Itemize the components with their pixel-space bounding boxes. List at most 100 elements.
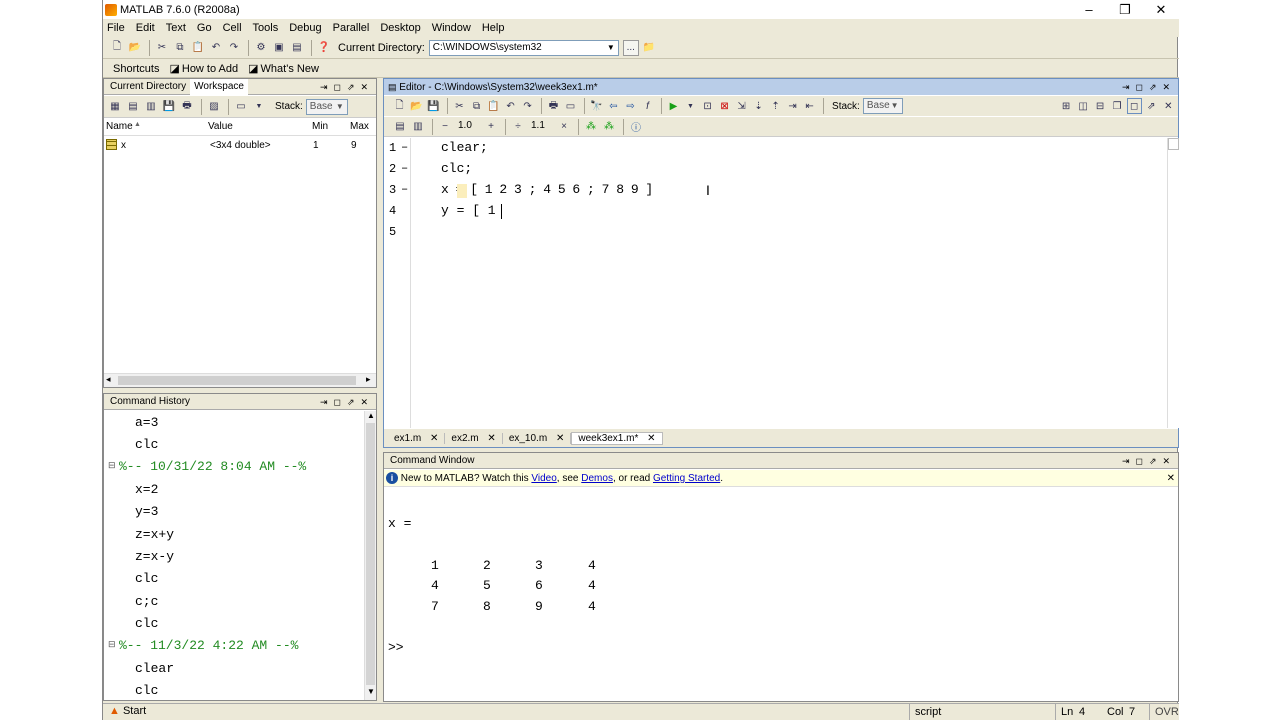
cut-icon[interactable]: ✂ (154, 40, 170, 56)
paste-icon[interactable]: 📋 (486, 98, 501, 114)
panel-controls[interactable]: ⇥◻⇗✕ (1122, 79, 1176, 95)
redo-icon[interactable]: ↷ (520, 98, 535, 114)
whats-new-icon[interactable]: ◪ (248, 62, 258, 75)
cell-value-1[interactable]: 1.0 (455, 119, 483, 135)
list-item[interactable]: z=x-y (135, 549, 174, 564)
divide-icon[interactable]: ÷ (510, 119, 526, 135)
cell-mode-icon[interactable]: ⁂ (583, 119, 599, 135)
list-item[interactable]: clear (135, 661, 174, 676)
new-file-icon[interactable]: 🗋 (109, 40, 125, 56)
close-info-icon[interactable]: ✕ (1167, 470, 1175, 487)
list-item[interactable]: a=3 (135, 415, 158, 430)
step-in-icon[interactable]: ⇣ (751, 98, 766, 114)
minimize-button[interactable]: – (1071, 0, 1107, 19)
shortcuts-label[interactable]: Shortcuts (113, 63, 159, 75)
list-item[interactable]: clc (135, 683, 158, 698)
open-file-icon[interactable]: 📂 (127, 40, 143, 56)
undo-icon[interactable]: ↶ (208, 40, 224, 56)
scrollbar-thumb[interactable] (366, 423, 375, 685)
undock-icon[interactable]: ⇗ (1144, 98, 1159, 114)
copy-icon[interactable]: ⧉ (172, 40, 188, 56)
close-tab-icon[interactable]: ✕ (487, 433, 495, 444)
run-icon[interactable]: ▶ (666, 98, 681, 114)
maximize-button[interactable]: ❐ (1107, 0, 1143, 19)
tab-week3ex1[interactable]: week3ex1.m* ✕ (571, 431, 663, 445)
editor-vertical-scrollbar[interactable] (1167, 138, 1179, 428)
chevron-down-icon[interactable]: ▼ (683, 98, 698, 114)
comment-icon[interactable]: ▭ (563, 98, 578, 114)
continue-icon[interactable]: ⇥ (785, 98, 800, 114)
split-horizontal-icon[interactable]: ⊟ (1093, 98, 1108, 114)
copy-icon[interactable]: ⧉ (469, 98, 484, 114)
breakpoint-dash[interactable]: – (401, 182, 408, 196)
scroll-up-icon[interactable]: ▲ (367, 411, 375, 420)
profiler-icon[interactable]: ▤ (289, 40, 305, 56)
code-line[interactable]: y = [ 1 (441, 203, 496, 218)
open-variable-icon[interactable]: ▤ (125, 99, 141, 115)
scroll-right-icon[interactable]: ▸ (366, 374, 371, 385)
panel-controls[interactable]: ⇥◻⇗✕ (320, 394, 374, 410)
tab-workspace[interactable]: Workspace (190, 79, 248, 95)
column-name[interactable]: Name (106, 121, 133, 132)
undo-icon[interactable]: ↶ (503, 98, 518, 114)
column-value[interactable]: Value (208, 121, 233, 132)
menu-file[interactable]: File (107, 22, 125, 34)
open-file-icon[interactable]: 📂 (409, 98, 424, 114)
code-line[interactable]: x = [ 1 2 3 ; 4 5 6 ; 7 8 9 ] (441, 182, 653, 197)
scroll-left-icon[interactable]: ◂ (106, 374, 111, 385)
add-shortcut-icon[interactable]: ◪ (169, 62, 179, 75)
list-item[interactable]: clc (135, 571, 158, 586)
tab-current-directory[interactable]: Current Directory (106, 79, 190, 95)
how-to-add-link[interactable]: How to Add (182, 63, 238, 75)
breakpoint-dash[interactable]: – (401, 161, 408, 175)
start-button[interactable]: ▲ Start (105, 705, 150, 717)
save-workspace-icon[interactable]: 💾 (161, 99, 177, 115)
float-icon[interactable]: ❐ (1110, 98, 1125, 114)
menu-debug[interactable]: Debug (289, 22, 321, 34)
collapse-icon[interactable]: ⊟ (108, 639, 116, 650)
column-min[interactable]: Min (312, 121, 328, 132)
paste-icon[interactable]: 📋 (190, 40, 206, 56)
chevron-down-icon[interactable]: ▼ (889, 100, 901, 112)
save-icon[interactable]: 💾 (426, 98, 441, 114)
increase-icon[interactable]: + (483, 119, 499, 135)
help-icon[interactable]: ❓ (316, 40, 332, 56)
browse-button[interactable]: ... (622, 39, 639, 56)
chevron-down-icon[interactable]: ▼ (251, 99, 267, 115)
decrease-icon[interactable]: − (437, 119, 453, 135)
editor-stack-combo[interactable]: Base ▼ (862, 98, 903, 114)
demos-link[interactable]: Demos (581, 473, 613, 484)
scrollbar-thumb[interactable] (1168, 138, 1179, 150)
menu-go[interactable]: Go (197, 22, 212, 34)
clear-breakpoints-icon[interactable]: ⊠ (717, 98, 732, 114)
import-data-icon[interactable]: ▥ (143, 99, 159, 115)
step-out-icon[interactable]: ⇡ (768, 98, 783, 114)
tile-icon[interactable]: ⊞ (1059, 98, 1074, 114)
list-item[interactable]: z=x+y (135, 527, 174, 542)
list-item[interactable]: clc (135, 616, 158, 631)
simulink-icon[interactable]: ⚙ (253, 40, 269, 56)
menu-window[interactable]: Window (432, 22, 471, 34)
vertical-scrollbar[interactable]: ▲ ▼ (364, 411, 376, 700)
evaluate-cell-icon[interactable]: ▥ (410, 119, 426, 135)
insert-cell-icon[interactable]: ▤ (392, 119, 408, 135)
menu-cell[interactable]: Cell (223, 22, 242, 34)
list-item[interactable]: clc (135, 437, 158, 452)
tab-ex2[interactable]: ex2.m ✕ (445, 432, 503, 444)
menu-edit[interactable]: Edit (136, 22, 155, 34)
print-icon[interactable]: 🖶 (546, 98, 561, 114)
chevron-down-icon[interactable]: ▼ (334, 101, 346, 113)
menu-help[interactable]: Help (482, 22, 505, 34)
list-item[interactable]: y=3 (135, 504, 158, 519)
close-doc-icon[interactable]: ✕ (1161, 98, 1176, 114)
close-tab-icon[interactable]: ✕ (647, 433, 655, 444)
tab-ex10[interactable]: ex_10.m ✕ (503, 432, 572, 444)
find-icon[interactable]: 🔭 (589, 98, 604, 114)
set-breakpoint-icon[interactable]: ⊡ (700, 98, 715, 114)
print-icon[interactable]: 🖶 (179, 99, 195, 115)
function-icon[interactable]: f (640, 98, 655, 114)
menu-desktop[interactable]: Desktop (380, 22, 420, 34)
step-icon[interactable]: ⇲ (734, 98, 749, 114)
command-output[interactable]: x = 1 2 3 4 4 5 6 4 7 8 9 4 >> (384, 488, 1178, 701)
cut-icon[interactable]: ✂ (452, 98, 467, 114)
